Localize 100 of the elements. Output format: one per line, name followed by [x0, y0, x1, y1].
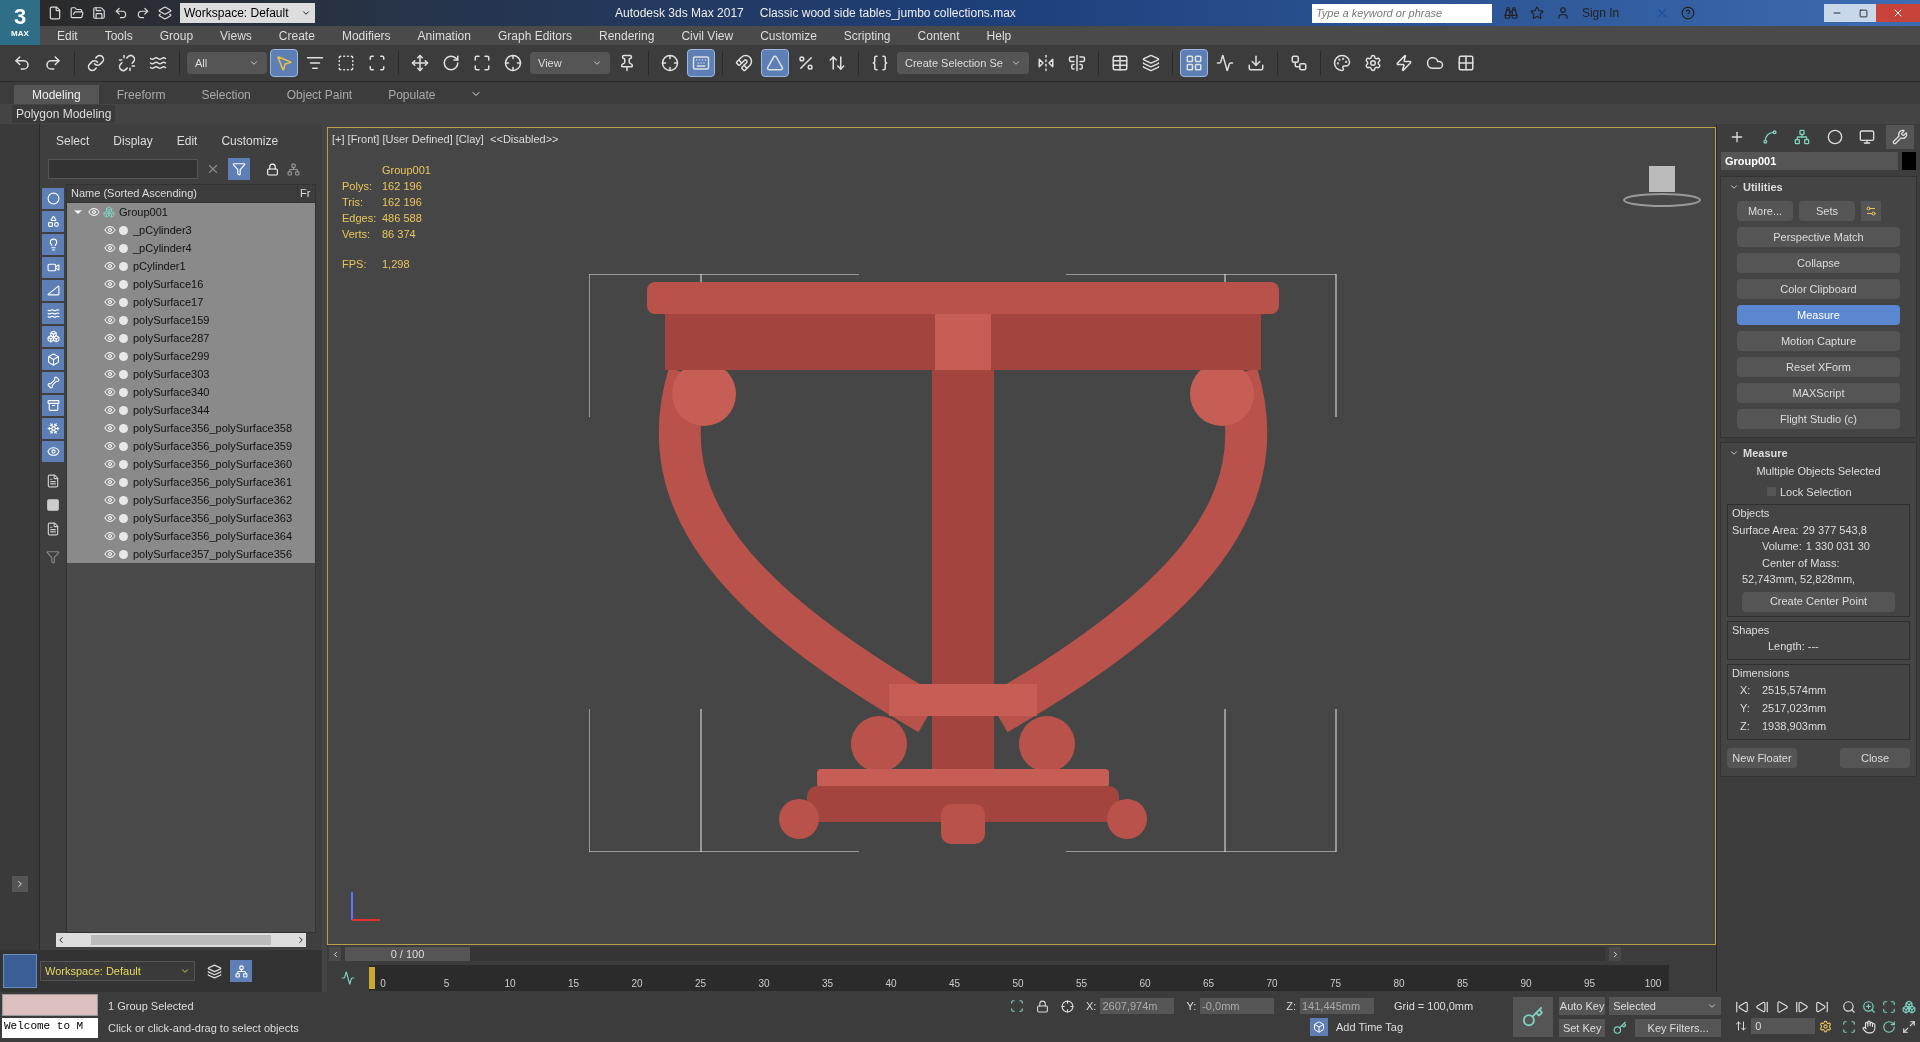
- menu-item[interactable]: Select: [56, 132, 90, 150]
- ribbon-tab[interactable]: Selection: [183, 85, 269, 104]
- coordinate-field[interactable]: -0,0mm: [1200, 998, 1275, 1014]
- utility-button[interactable]: Flight Studio (c): [1737, 409, 1900, 429]
- menu-item[interactable]: Civil View: [681, 26, 734, 45]
- utility-button[interactable]: Motion Capture: [1737, 331, 1900, 351]
- more-button[interactable]: More...: [1737, 201, 1793, 221]
- tree-row[interactable]: pCylinder1: [67, 257, 315, 275]
- viewport-label[interactable]: [+] [Front] [User Defined] [Clay] <<Disabled>>: [332, 131, 559, 148]
- menu-item[interactable]: Scripting: [843, 26, 891, 45]
- key-mode-dropdown[interactable]: Selected: [1609, 997, 1722, 1015]
- tree-row[interactable]: polySurface340: [67, 383, 315, 401]
- menu-item[interactable]: Edit: [57, 26, 78, 45]
- menu-item[interactable]: Create: [278, 26, 315, 45]
- axis-label: Y:: [1740, 701, 1751, 716]
- tree-row[interactable]: _pCylinder3: [67, 221, 315, 239]
- tree-row[interactable]: polySurface299: [67, 347, 315, 365]
- tick-label: 0: [380, 976, 386, 991]
- tree-row[interactable]: polySurface356_polySurface361: [67, 473, 315, 491]
- tree-row[interactable]: polySurface356_polySurface364: [67, 527, 315, 545]
- object-name-field[interactable]: Group001: [1721, 152, 1898, 170]
- tree-row[interactable]: Group001: [67, 203, 315, 221]
- ribbon-tab[interactable]: Object Paint: [268, 85, 371, 104]
- workspace-dropdown[interactable]: Workspace: Default: [180, 3, 315, 23]
- frame-counter[interactable]: 0 / 100: [345, 947, 470, 961]
- utility-button[interactable]: Perspective Match: [1737, 227, 1900, 247]
- tick-label: 85: [1456, 976, 1469, 991]
- tree-row[interactable]: polySurface356_polySurface358: [67, 419, 315, 437]
- tree-row[interactable]: polySurface287: [67, 329, 315, 347]
- coordinate-label: Z:: [1286, 998, 1296, 1014]
- timeline-track[interactable]: 0 5 10 15 20 25 30 35 40 45 50 55 60 65 70 75 80 85 90 95 100: [369, 964, 1669, 991]
- toolbar-dropdown[interactable]: Create Selection Se: [897, 52, 1029, 74]
- toolbar-dropdown[interactable]: All: [187, 52, 267, 74]
- menu-item[interactable]: Graph Editors: [497, 26, 572, 45]
- ribbon-tab[interactable]: Populate: [370, 85, 454, 104]
- menu-item[interactable]: Customize: [760, 26, 817, 45]
- utility-button[interactable]: Collapse: [1737, 253, 1900, 273]
- auto-key-button[interactable]: Auto Key: [1559, 997, 1606, 1015]
- tree-row[interactable]: polySurface159: [67, 311, 315, 329]
- tree-row[interactable]: polySurface16: [67, 275, 315, 293]
- create-center-point-button[interactable]: Create Center Point: [1742, 591, 1895, 612]
- frame-field[interactable]: 0: [1751, 1018, 1816, 1034]
- object-name: polySurface159: [133, 312, 210, 328]
- close-button[interactable]: Close: [1840, 748, 1910, 768]
- dimension-value: 2515,574mm: [1762, 683, 1827, 698]
- field-label: Surface Area:: [1732, 522, 1799, 538]
- column-header[interactable]: Fr: [297, 185, 315, 202]
- utility-button[interactable]: Measure: [1737, 305, 1900, 325]
- sets-button[interactable]: Sets: [1799, 201, 1855, 221]
- menu-item[interactable]: Modifiers: [341, 26, 391, 45]
- stat-value: 486 588: [382, 211, 422, 226]
- coordinate-field[interactable]: 141,445mm: [1300, 998, 1374, 1014]
- workspace-dropdown[interactable]: Workspace: Default: [40, 961, 195, 981]
- menu-item[interactable]: Views: [220, 26, 252, 45]
- utility-button[interactable]: Color Clipboard: [1737, 279, 1900, 299]
- menu-item[interactable]: Group: [159, 26, 194, 45]
- tick-label: 15: [567, 976, 580, 991]
- coordinate-field[interactable]: 2607,974m: [1100, 998, 1175, 1014]
- field-value: 1 330 031 30: [1805, 539, 1870, 554]
- ribbon-tab[interactable]: Modeling: [14, 85, 99, 104]
- menu-item[interactable]: Tools: [104, 26, 133, 45]
- object-name: Group001: [381, 163, 431, 178]
- utility-button[interactable]: MAXScript: [1737, 383, 1900, 403]
- new-floater-button[interactable]: New Floater: [1727, 748, 1797, 768]
- toolbar-dropdown[interactable]: View: [530, 52, 610, 74]
- tick-label: 30: [758, 976, 770, 991]
- menu-item[interactable]: Customize: [221, 132, 279, 150]
- key-filters-button[interactable]: Key Filters...: [1635, 1019, 1722, 1037]
- tree-row[interactable]: polySurface356_polySurface359: [67, 437, 315, 455]
- tree-row[interactable]: polySurface357_polySurface356: [67, 545, 315, 563]
- tree-row[interactable]: polySurface344: [67, 401, 315, 419]
- field-value: 29 377 543,8: [1802, 522, 1867, 538]
- tree-row[interactable]: _pCylinder4: [67, 239, 315, 257]
- tree-row[interactable]: polySurface356_polySurface362: [67, 491, 315, 509]
- stat-label: FPS:: [342, 257, 368, 272]
- tick-label: 100: [1644, 976, 1662, 991]
- tree-row[interactable]: polySurface356_polySurface363: [67, 509, 315, 527]
- tree-row[interactable]: polySurface303: [67, 365, 315, 383]
- ribbon-panel-label[interactable]: Polygon Modeling: [12, 105, 116, 123]
- menu-item[interactable]: Edit: [176, 132, 198, 150]
- field-label: Length: ---: [1767, 639, 1820, 654]
- object-name: polySurface356_polySurface363: [133, 510, 292, 526]
- utility-button[interactable]: Reset XForm: [1737, 357, 1900, 377]
- tick-label: 40: [885, 976, 897, 991]
- menu-item[interactable]: Content: [917, 26, 960, 45]
- grid-size: Grid = 100,0mm: [1394, 998, 1474, 1014]
- menu-item[interactable]: Display: [113, 132, 153, 150]
- search-field[interactable]: Type a keyword or phrase: [1311, 3, 1492, 23]
- app-logo[interactable]: 3 MAX: [0, 0, 40, 45]
- menu-item[interactable]: Animation: [417, 26, 471, 45]
- column-header[interactable]: Name (Sorted Ascending): [67, 185, 297, 202]
- tree-row[interactable]: polySurface356_polySurface360: [67, 455, 315, 473]
- tree-row[interactable]: polySurface17: [67, 293, 315, 311]
- add-time-tag: Add Time Tag: [1336, 1019, 1404, 1036]
- set-key-text-button[interactable]: Set Key: [1559, 1019, 1606, 1037]
- object-name: polySurface16: [133, 276, 204, 292]
- listener-output[interactable]: Welcome to M: [2, 1018, 98, 1038]
- menu-item[interactable]: Rendering: [599, 26, 655, 45]
- ribbon-tab[interactable]: Freeform: [98, 85, 184, 104]
- menu-item[interactable]: Help: [986, 26, 1012, 45]
